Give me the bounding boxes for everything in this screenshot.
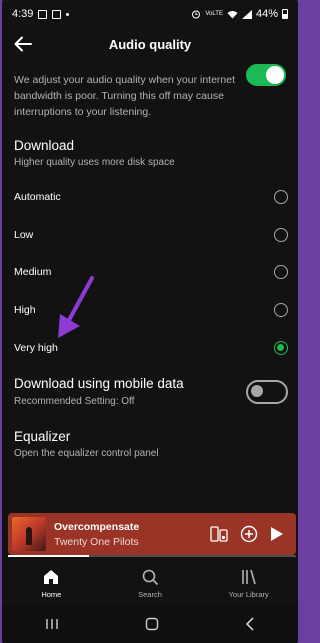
toggle-knob xyxy=(266,66,284,84)
track-info[interactable]: Overcompensate Twenty One Pilots xyxy=(54,521,210,548)
top-bar: Audio quality xyxy=(2,28,298,60)
alarm-icon xyxy=(192,10,201,19)
track-artist: Twenty One Pilots xyxy=(54,535,139,548)
nav-item-home[interactable]: Home xyxy=(2,562,101,604)
option-label: Low xyxy=(14,229,34,241)
dot-icon xyxy=(66,12,70,16)
wifi-icon xyxy=(227,10,238,18)
auto-adjust-row: We adjust your audio quality when your i… xyxy=(14,72,286,120)
signal-icon xyxy=(241,9,252,19)
phone-screen: 4:39 VoLTE 44% Audio quality We adjust y… xyxy=(2,0,298,643)
radio-button[interactable] xyxy=(274,303,288,317)
bottom-nav: Home Search Your Library xyxy=(2,562,298,604)
nav-label: Home xyxy=(41,590,62,599)
back-nav-icon[interactable] xyxy=(245,617,255,631)
home-icon xyxy=(44,570,59,584)
option-label: Medium xyxy=(14,266,52,278)
network-label: VoLTE xyxy=(205,11,223,17)
option-label: High xyxy=(14,304,36,316)
option-label: Very high xyxy=(14,342,58,354)
battery-icon xyxy=(282,9,288,19)
option-very-high[interactable]: Very high xyxy=(14,338,290,358)
mobile-data-subtitle: Recommended Setting: Off xyxy=(14,396,135,407)
status-bar: 4:39 VoLTE 44% xyxy=(2,0,298,28)
gallery-icon xyxy=(52,9,62,19)
nav-label: Search xyxy=(138,590,162,599)
option-automatic[interactable]: Automatic xyxy=(14,187,290,207)
album-art xyxy=(12,517,46,551)
equalizer-subtitle[interactable]: Open the equalizer control panel xyxy=(14,448,159,459)
download-section-title: Download xyxy=(14,138,75,153)
add-circle-icon[interactable] xyxy=(240,525,258,543)
system-nav-bar xyxy=(2,605,298,643)
download-section-subtitle: Higher quality uses more disk space xyxy=(14,157,175,168)
radio-button[interactable] xyxy=(274,265,288,279)
track-title: Overcompensate xyxy=(54,520,140,533)
playback-progress[interactable] xyxy=(8,555,296,557)
radio-button[interactable] xyxy=(274,228,288,242)
mini-player[interactable]: Overcompensate Twenty One Pilots xyxy=(8,513,296,555)
home-button-icon[interactable] xyxy=(145,617,159,631)
devices-icon[interactable] xyxy=(210,525,228,543)
battery-percent: 44% xyxy=(255,8,278,20)
progress-fill xyxy=(8,555,89,557)
mobile-data-title: Download using mobile data xyxy=(14,376,184,391)
search-icon xyxy=(142,569,159,586)
toggle-knob xyxy=(251,385,263,397)
page-title: Audio quality xyxy=(108,36,192,52)
option-low[interactable]: Low xyxy=(14,225,290,245)
status-time: 4:39 xyxy=(12,8,34,20)
nav-item-library[interactable]: Your Library xyxy=(199,562,298,604)
player-controls xyxy=(210,525,284,543)
annotation-arrow-icon xyxy=(58,276,94,338)
radio-button-selected[interactable] xyxy=(274,341,288,355)
recent-apps-icon[interactable] xyxy=(45,618,59,630)
option-label: Automatic xyxy=(14,191,61,203)
arrow-left-icon xyxy=(14,36,32,52)
nav-label: Your Library xyxy=(228,590,269,599)
mobile-data-toggle[interactable] xyxy=(246,380,288,404)
auto-adjust-description: We adjust your audio quality when your i… xyxy=(14,74,236,118)
back-button[interactable] xyxy=(12,34,34,54)
radio-button[interactable] xyxy=(274,190,288,204)
notification-icon xyxy=(38,9,48,19)
play-icon[interactable] xyxy=(270,526,284,542)
auto-adjust-toggle[interactable] xyxy=(246,64,286,86)
equalizer-title[interactable]: Equalizer xyxy=(14,429,70,444)
nav-item-search[interactable]: Search xyxy=(101,562,200,604)
library-icon xyxy=(241,569,256,585)
